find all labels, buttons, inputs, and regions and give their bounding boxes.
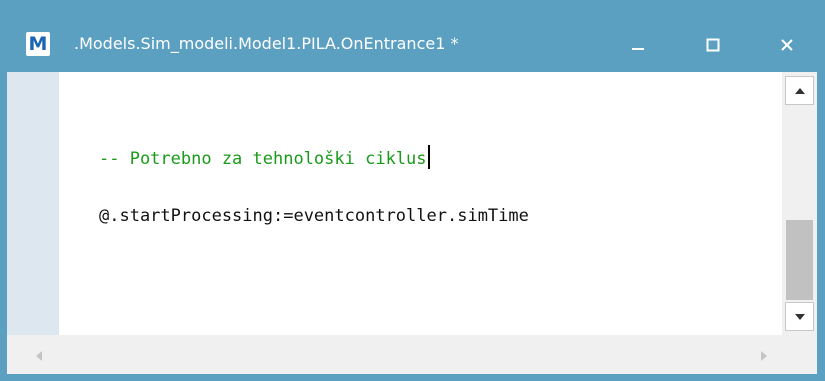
app-logo-letter: M xyxy=(28,32,48,55)
comment-text: -- Potrebno za tehnološki ciklus xyxy=(99,149,427,169)
scroll-right-icon xyxy=(761,351,767,361)
scroll-left-icon xyxy=(36,351,42,361)
text-caret xyxy=(427,145,430,169)
vertical-scroll-thumb[interactable] xyxy=(786,220,813,300)
close-icon xyxy=(781,39,793,51)
code-editor[interactable]: -- Potrebno za tehnološki ciklus @.start… xyxy=(59,72,782,335)
close-button[interactable] xyxy=(767,28,807,62)
code-line-comment[interactable]: -- Potrebno za tehnološki ciklus xyxy=(99,145,430,169)
statement-text: @.startProcessing:=eventcontroller.simTi… xyxy=(99,206,529,226)
scroll-right-button[interactable] xyxy=(760,347,768,366)
scroll-down-icon xyxy=(794,313,805,320)
line-gutter xyxy=(7,72,59,335)
horizontal-scrollbar[interactable] xyxy=(7,335,782,374)
editor-client-area: -- Potrebno za tehnološki ciklus @.start… xyxy=(7,72,817,374)
maximize-icon xyxy=(706,38,720,52)
title-bar[interactable]: M .Models.Sim_modeli.Model1.PILA.OnEntra… xyxy=(0,0,825,73)
app-logo-icon[interactable]: M xyxy=(26,32,50,56)
minimize-button[interactable] xyxy=(618,28,658,62)
minimize-icon xyxy=(632,48,644,50)
maximize-button[interactable] xyxy=(693,28,733,62)
scroll-left-button[interactable] xyxy=(35,347,43,366)
editor-window: M .Models.Sim_modeli.Model1.PILA.OnEntra… xyxy=(0,0,825,381)
scrollbar-corner xyxy=(782,335,817,374)
window-title: .Models.Sim_modeli.Model1.PILA.OnEntranc… xyxy=(74,34,459,53)
scroll-up-button[interactable] xyxy=(785,76,814,105)
scroll-down-button[interactable] xyxy=(785,302,814,331)
vertical-scrollbar[interactable] xyxy=(782,72,817,335)
scroll-up-icon xyxy=(794,87,805,94)
code-line-statement[interactable]: @.startProcessing:=eventcontroller.simTi… xyxy=(99,206,529,226)
